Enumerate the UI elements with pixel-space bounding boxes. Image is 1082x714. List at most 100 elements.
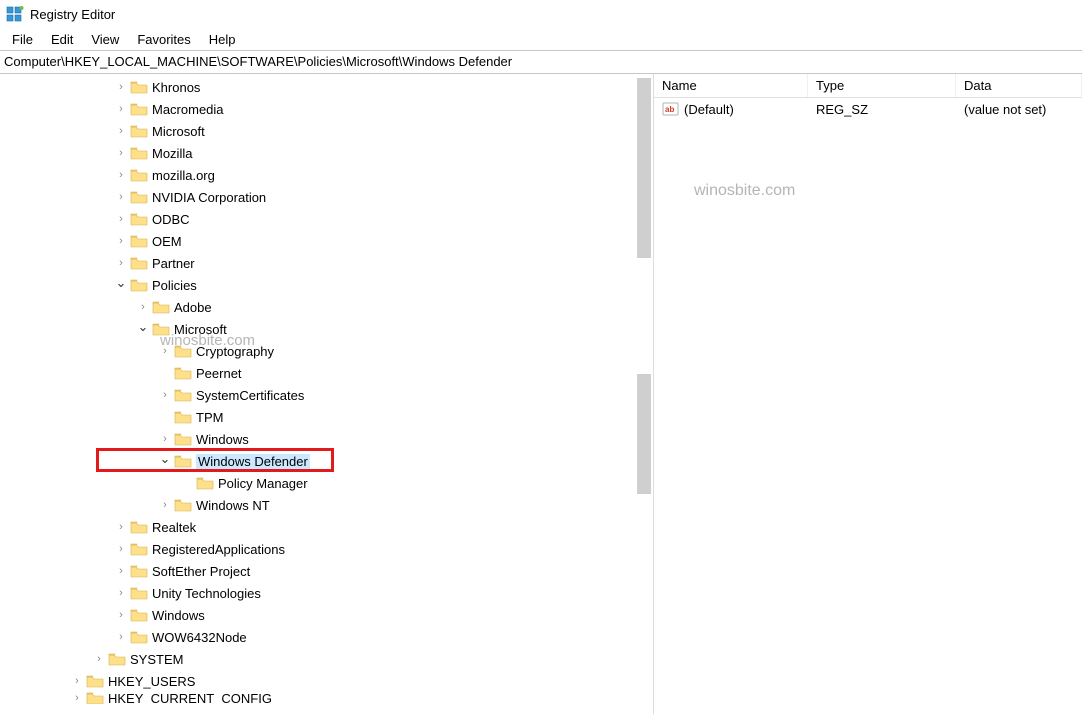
chevron-right-icon[interactable]: › (114, 564, 128, 578)
list-row[interactable]: ab (Default) REG_SZ (value not set) (654, 98, 1082, 120)
chevron-right-icon[interactable]: › (136, 300, 150, 314)
list-header: Name Type Data (654, 74, 1082, 98)
tree-item[interactable]: ›NVIDIA Corporation (4, 186, 653, 208)
tree-item[interactable]: ›Partner (4, 252, 653, 274)
tree-item[interactable]: ›Windows (4, 428, 653, 450)
chevron-right-icon[interactable]: › (158, 388, 172, 402)
chevron-right-icon[interactable]: › (114, 608, 128, 622)
tree-item-label: Policy Manager (218, 476, 308, 491)
tree-item[interactable]: › OEM (4, 230, 653, 252)
chevron-right-icon[interactable]: › (114, 256, 128, 270)
tree-item-label: RegisteredApplications (152, 542, 285, 557)
tree-item[interactable]: Policy Manager (4, 472, 653, 494)
folder-icon (174, 410, 192, 424)
tree-item[interactable]: ⌄Windows Defender (4, 450, 653, 472)
chevron-right-icon[interactable]: › (158, 498, 172, 512)
column-data[interactable]: Data (956, 74, 1082, 97)
chevron-right-icon[interactable]: › (114, 520, 128, 534)
tree-item[interactable]: ›Cryptography (4, 340, 653, 362)
tree-item-label: Windows NT (196, 498, 270, 513)
tree-item-label: OEM (152, 234, 182, 249)
tree-item[interactable]: ›Unity Technologies (4, 582, 653, 604)
tree-item[interactable]: ›Macromedia (4, 98, 653, 120)
chevron-right-icon[interactable]: › (114, 212, 128, 226)
column-name[interactable]: Name (654, 74, 808, 97)
tree-item-label: Windows (152, 608, 205, 623)
values-pane: Name Type Data ab (Default) REG_SZ (valu… (654, 74, 1082, 714)
tree-item[interactable]: Peernet (4, 362, 653, 384)
chevron-right-icon[interactable]: › (70, 692, 84, 704)
menu-bar: File Edit View Favorites Help (0, 28, 1082, 50)
folder-icon (130, 564, 148, 578)
chevron-right-icon[interactable]: › (158, 432, 172, 446)
tree-item[interactable]: ›WOW6432Node (4, 626, 653, 648)
tree-item[interactable]: › RegisteredApplications (4, 538, 653, 560)
chevron-down-icon[interactable]: ⌄ (136, 320, 150, 334)
tree-item[interactable]: › ODBC (4, 208, 653, 230)
tree-item[interactable]: › SoftEther Project (4, 560, 653, 582)
tree-item[interactable]: ›HKEY_CURRENT_CONFIG (4, 692, 653, 704)
chevron-right-icon[interactable]: › (70, 674, 84, 688)
column-type[interactable]: Type (808, 74, 956, 97)
tree-item-label: Realtek (152, 520, 196, 535)
chevron-down-icon[interactable]: ⌄ (158, 452, 172, 466)
folder-icon (130, 630, 148, 644)
folder-icon (86, 692, 104, 704)
tree-item-label: Microsoft (152, 124, 205, 139)
tree-view[interactable]: ›Khronos›Macromedia › Microsoft › Mozilla ›mo… (0, 74, 653, 714)
tree-item[interactable]: TPM (4, 406, 653, 428)
chevron-right-icon[interactable]: › (114, 542, 128, 556)
folder-icon (130, 212, 148, 226)
menu-view[interactable]: View (83, 30, 127, 49)
tree-item[interactable]: ›mozilla.org (4, 164, 653, 186)
menu-help[interactable]: Help (201, 30, 244, 49)
tree-item[interactable]: ⌄Policies (4, 274, 653, 296)
chevron-down-icon[interactable]: ⌄ (114, 276, 128, 290)
chevron-right-icon[interactable]: › (114, 630, 128, 644)
tree-item[interactable]: › Mozilla (4, 142, 653, 164)
tree-item[interactable]: › Realtek (4, 516, 653, 538)
folder-icon (174, 344, 192, 358)
tree-item-label: SYSTEM (130, 652, 183, 667)
tree-item-label: Peernet (196, 366, 242, 381)
chevron-right-icon[interactable]: › (114, 168, 128, 182)
folder-icon (174, 432, 192, 446)
window-title: Registry Editor (30, 7, 115, 22)
chevron-right-icon[interactable]: › (114, 234, 128, 248)
scrollbar-thumb[interactable] (637, 78, 651, 258)
folder-icon (130, 168, 148, 182)
tree-item[interactable]: › Microsoft (4, 120, 653, 142)
folder-icon (130, 234, 148, 248)
tree-item[interactable]: ⌄Microsoft (4, 318, 653, 340)
tree-item[interactable]: › SYSTEM (4, 648, 653, 670)
menu-edit[interactable]: Edit (43, 30, 81, 49)
chevron-right-icon[interactable]: › (92, 652, 106, 666)
chevron-right-icon[interactable]: › (158, 344, 172, 358)
chevron-right-icon[interactable]: › (114, 80, 128, 94)
folder-icon (174, 388, 192, 402)
scrollbar-thumb[interactable] (637, 374, 651, 494)
tree-item[interactable]: ›SystemCertificates (4, 384, 653, 406)
chevron-right-icon[interactable]: › (114, 586, 128, 600)
menu-favorites[interactable]: Favorites (129, 30, 198, 49)
tree-item-label: Mozilla (152, 146, 192, 161)
tree-item[interactable]: › Windows (4, 604, 653, 626)
folder-icon (152, 322, 170, 336)
tree-item[interactable]: › Windows NT (4, 494, 653, 516)
tree-item-label: SoftEther Project (152, 564, 250, 579)
tree-item-label: HKEY_USERS (108, 674, 195, 689)
chevron-right-icon[interactable]: › (114, 190, 128, 204)
address-bar[interactable]: Computer\HKEY_LOCAL_MACHINE\SOFTWARE\Pol… (0, 50, 1082, 74)
tree-item-label: ODBC (152, 212, 190, 227)
chevron-right-icon[interactable]: › (114, 146, 128, 160)
menu-file[interactable]: File (4, 30, 41, 49)
folder-icon (130, 608, 148, 622)
chevron-right-icon[interactable]: › (114, 124, 128, 138)
tree-item[interactable]: › HKEY_USERS (4, 670, 653, 692)
folder-icon (130, 102, 148, 116)
chevron-right-icon[interactable]: › (114, 102, 128, 116)
tree-item[interactable]: ›Adobe (4, 296, 653, 318)
address-path: Computer\HKEY_LOCAL_MACHINE\SOFTWARE\Pol… (4, 54, 512, 69)
folder-icon (174, 498, 192, 512)
tree-item[interactable]: ›Khronos (4, 76, 653, 98)
